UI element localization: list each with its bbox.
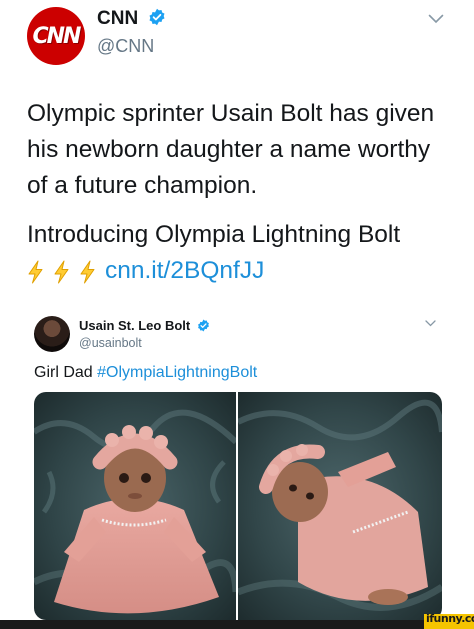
quoted-author-handle[interactable]: @usainbolt xyxy=(79,336,142,350)
tweet-text: Olympic sprinter Usain Bolt has given hi… xyxy=(27,96,452,289)
verified-badge-icon xyxy=(149,9,165,26)
tweet-line: Introducing Olympia Lightning Bolt xyxy=(27,221,401,248)
quoted-tweet-text: Girl Dad #OlympiaLightningBolt xyxy=(34,364,257,382)
quoted-author-name[interactable]: Usain St. Leo Bolt xyxy=(79,318,210,333)
author-handle[interactable]: @CNN xyxy=(97,36,154,57)
cnn-logo-text: CNN xyxy=(32,23,82,49)
quoted-avatar[interactable] xyxy=(34,316,70,352)
author-name-text: CNN xyxy=(97,8,139,29)
ifunny-watermark: ifunny.co xyxy=(426,612,474,625)
verified-badge-icon xyxy=(197,319,209,332)
tweet-link-line: cnn.it/2BQnfJJ xyxy=(27,253,452,289)
chevron-down-icon[interactable] xyxy=(425,320,436,327)
quoted-text: Girl Dad xyxy=(34,364,98,381)
quoted-author-name-text: Usain St. Leo Bolt xyxy=(79,318,191,333)
cnn-avatar[interactable]: CNN xyxy=(27,7,85,65)
hashtag-link[interactable]: #OlympiaLightningBolt xyxy=(97,364,257,381)
tweet-line: Olympic sprinter Usain Bolt has given xyxy=(27,100,435,127)
lightning-bolt-icon xyxy=(80,260,95,284)
photo-baby-1[interactable] xyxy=(34,392,236,620)
photo-baby-2[interactable] xyxy=(238,392,442,620)
footer-bar xyxy=(0,620,474,629)
chevron-down-icon[interactable] xyxy=(428,14,444,24)
photo-image xyxy=(34,392,236,620)
lightning-bolt-icon xyxy=(54,260,69,284)
lightning-bolt-icon xyxy=(28,260,43,284)
tweet-line: of a future champion. xyxy=(27,172,258,199)
tweet-line: his newborn daughter a name worthy xyxy=(27,136,431,163)
tweet-link[interactable]: cnn.it/2BQnfJJ xyxy=(105,257,264,284)
photo-image xyxy=(238,392,442,620)
author-name[interactable]: CNN xyxy=(97,8,166,30)
